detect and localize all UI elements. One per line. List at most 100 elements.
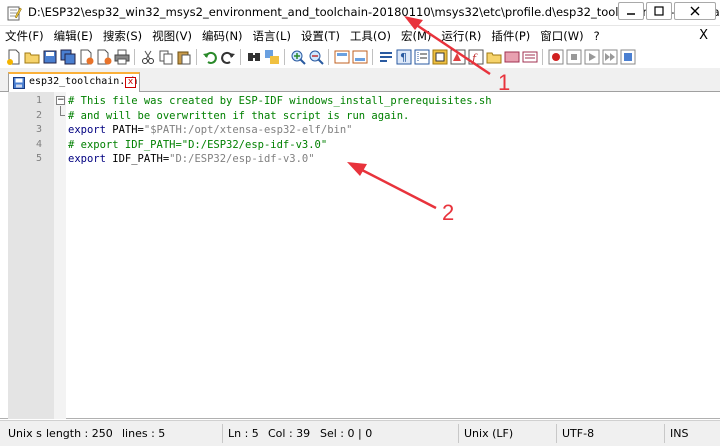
menu-file[interactable]: 文件(F) — [0, 26, 49, 46]
folder-workspace-icon[interactable] — [486, 49, 502, 65]
notepadpp-app-icon[interactable] — [6, 5, 22, 21]
editor-area[interactable]: 1 # This file was created by ESP-IDF wind… — [0, 92, 720, 419]
new-file-icon[interactable] — [6, 49, 22, 65]
close-window-button[interactable] — [674, 2, 716, 20]
code-text: export IDF_PATH="D:/ESP32/esp-idf-v3.0" — [68, 152, 315, 167]
code-token-plain: IDF_PATH= — [105, 153, 170, 166]
maximize-button[interactable] — [646, 2, 672, 20]
menu-help[interactable]: ? — [589, 26, 605, 46]
show-all-chars-icon[interactable]: ¶ — [396, 49, 412, 65]
open-file-icon[interactable] — [24, 49, 40, 65]
status-file-type: Unix s — [8, 427, 42, 440]
tab-bar: esp32_toolchain.sh x — [0, 68, 720, 92]
status-separator — [458, 424, 459, 443]
tab-esp32-toolchain[interactable]: esp32_toolchain.sh x — [8, 72, 140, 92]
toolbar-separator — [328, 49, 329, 65]
close-icon — [690, 6, 700, 16]
svg-text:¶: ¶ — [400, 51, 407, 64]
menu-bar: 文件(F) 编辑(E) 搜索(S) 视图(V) 编码(N) 语言(L) 设置(T… — [0, 26, 720, 46]
toolbar-separator — [372, 49, 373, 65]
file-saved-icon — [13, 77, 25, 89]
word-wrap-icon[interactable] — [378, 49, 394, 65]
doc-map-icon[interactable] — [450, 49, 466, 65]
close-file-icon[interactable] — [78, 49, 94, 65]
menu-language[interactable]: 语言(L) — [248, 26, 296, 46]
code-line[interactable]: 1 # This file was created by ESP-IDF wind… — [0, 94, 720, 109]
line-number: 3 — [35, 124, 42, 136]
status-column: Col : 39 — [268, 427, 311, 440]
close-all-icon[interactable] — [96, 49, 112, 65]
menu-plugins[interactable]: 插件(P) — [486, 26, 535, 46]
tab-close-button[interactable]: x — [125, 77, 136, 88]
status-lines: lines : 5 — [122, 427, 166, 440]
save-macro-icon[interactable] — [620, 49, 636, 65]
menu-encoding[interactable]: 编码(N) — [197, 26, 248, 46]
fold-guide-line — [60, 106, 61, 115]
code-line[interactable]: 3 export PATH="$PATH:/opt/xtensa-esp32-el… — [0, 123, 720, 138]
toolbar-separator — [240, 49, 241, 65]
minimize-icon — [627, 13, 635, 15]
menu-edit[interactable]: 编辑(E) — [49, 26, 98, 46]
run-macro-multiple-icon[interactable] — [602, 49, 618, 65]
code-token-kw: export — [68, 124, 106, 137]
minimize-button[interactable] — [618, 2, 644, 20]
monitoring-icon[interactable] — [504, 49, 520, 65]
fold-collapse-icon[interactable]: − — [56, 96, 65, 105]
indent-guide-icon[interactable] — [414, 49, 430, 65]
zoom-out-icon[interactable] — [308, 49, 324, 65]
toolbar-separator — [284, 49, 285, 65]
status-selection: Sel : 0 | 0 — [320, 427, 373, 440]
status-length: length : 250 — [46, 427, 113, 440]
title-bar: D:\ESP32\esp32_win32_msys2_environment_a… — [0, 0, 720, 26]
maximize-icon — [654, 6, 664, 16]
code-token-kw: export — [68, 153, 106, 166]
status-eol[interactable]: Unix (LF) — [460, 425, 513, 442]
find-icon[interactable] — [246, 49, 262, 65]
stop-macro-icon[interactable] — [566, 49, 582, 65]
status-separator — [556, 424, 557, 443]
code-token-str: "$PATH:/opt/xtensa-esp32-elf/bin" — [143, 124, 353, 137]
line-number: 2 — [35, 109, 42, 121]
save-icon[interactable] — [42, 49, 58, 65]
sync-horizontal-icon[interactable] — [352, 49, 368, 65]
menu-tools[interactable]: 工具(O) — [345, 26, 396, 46]
code-token-comment: # and will be overwritten if that script… — [68, 109, 410, 122]
redo-icon[interactable] — [220, 49, 236, 65]
toolbar-separator — [196, 49, 197, 65]
user-language-icon[interactable] — [432, 49, 448, 65]
record-macro-icon[interactable] — [548, 49, 564, 65]
menu-macro[interactable]: 宏(M) — [396, 26, 436, 46]
status-encoding[interactable]: UTF-8 — [558, 425, 594, 442]
annotation-label-2: 2 — [442, 200, 455, 225]
code-line[interactable]: 5 export IDF_PATH="D:/ESP32/esp-idf-v3.0" — [0, 152, 720, 167]
line-number: 4 — [35, 138, 42, 150]
status-line-number: Ln : 5 — [228, 427, 259, 440]
print-icon[interactable] — [114, 49, 130, 65]
copy-icon[interactable] — [158, 49, 174, 65]
menu-search[interactable]: 搜索(S) — [98, 26, 147, 46]
menu-window[interactable]: 窗口(W) — [535, 26, 588, 46]
toolbar-separator — [134, 49, 135, 65]
code-token-str: "D:/ESP32/esp-idf-v3.0" — [169, 153, 315, 166]
code-line[interactable]: 4 # export IDF_PATH="D:/ESP32/esp-idf-v3.… — [0, 138, 720, 153]
code-line[interactable]: 2 # and will be overwritten if that scrip… — [0, 109, 720, 124]
paste-icon[interactable] — [176, 49, 192, 65]
menu-view[interactable]: 视图(V) — [147, 26, 197, 46]
line-number: 5 — [35, 153, 42, 165]
save-all-icon[interactable] — [60, 49, 76, 65]
close-document-button[interactable]: X — [699, 28, 708, 43]
menu-settings[interactable]: 设置(T) — [296, 26, 345, 46]
sync-vertical-icon[interactable] — [334, 49, 350, 65]
menu-run[interactable]: 运行(R) — [436, 26, 486, 46]
replace-icon[interactable] — [264, 49, 280, 65]
toolbar: ¶ f — [0, 46, 720, 68]
status-insert-mode[interactable]: INS — [666, 425, 688, 442]
cut-icon[interactable] — [140, 49, 156, 65]
function-list-icon[interactable]: f — [468, 49, 484, 65]
play-macro-icon[interactable] — [584, 49, 600, 65]
tab-label: esp32_toolchain.sh — [29, 76, 138, 87]
monitoring-list-icon[interactable] — [522, 49, 538, 65]
window-title: D:\ESP32\esp32_win32_msys2_environment_a… — [28, 5, 720, 19]
zoom-in-icon[interactable] — [290, 49, 306, 65]
undo-icon[interactable] — [202, 49, 218, 65]
